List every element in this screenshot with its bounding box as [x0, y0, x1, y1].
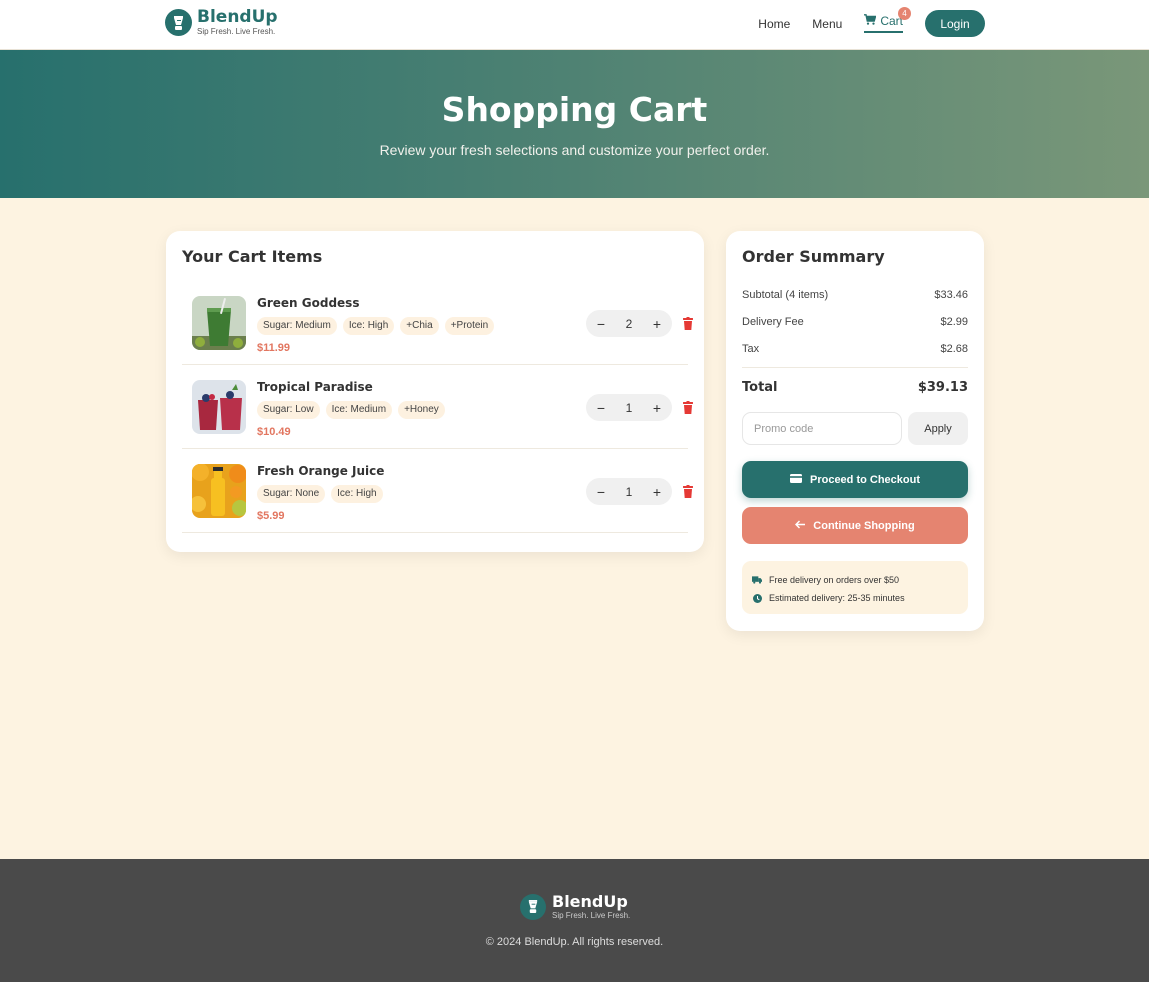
top-navbar: BlendUp Sip Fresh. Live Fresh. Home Menu…	[0, 0, 1149, 50]
trash-icon[interactable]	[683, 401, 693, 414]
subtotal-row: Subtotal (4 items) $33.46	[742, 281, 968, 308]
item-tag: Sugar: Medium	[257, 317, 337, 335]
footer-tagline: Sip Fresh. Live Fresh.	[552, 911, 631, 920]
quantity-value: 1	[625, 484, 633, 499]
footer-brand-name: BlendUp	[552, 892, 628, 911]
item-tags: Sugar: None Ice: High	[257, 485, 389, 503]
item-tags: Sugar: Low Ice: Medium +Honey	[257, 401, 451, 419]
trash-icon[interactable]	[683, 485, 693, 498]
item-tag: Ice: Medium	[325, 401, 393, 419]
checkout-label: Proceed to Checkout	[809, 473, 921, 486]
free-delivery-note: Free delivery on orders over $50	[752, 571, 958, 589]
delivery-fee-label: Delivery Fee	[742, 315, 804, 328]
cart-item: Tropical Paradise Sugar: Low Ice: Medium…	[182, 365, 693, 449]
item-tags: Sugar: Medium Ice: High +Chia +Protein	[257, 317, 500, 335]
quantity-stepper: − 2 +	[586, 310, 672, 337]
promo-code-input[interactable]	[742, 412, 902, 445]
item-name: Tropical Paradise	[257, 380, 373, 394]
quantity-stepper: − 1 +	[586, 478, 672, 505]
orange-juice-image	[192, 464, 246, 518]
quantity-value: 2	[625, 316, 633, 331]
decrease-quantity-button[interactable]: −	[594, 400, 608, 416]
copyright-text: © 2024 BlendUp. All rights reserved.	[485, 936, 664, 948]
item-tag: Ice: High	[342, 317, 395, 335]
brand-tagline: Sip Fresh. Live Fresh.	[197, 27, 276, 36]
cart-item: Green Goddess Sugar: Medium Ice: High +C…	[182, 281, 693, 365]
blender-icon	[165, 9, 192, 36]
tax-value: $2.68	[940, 342, 968, 355]
total-value: $39.13	[917, 380, 968, 395]
trash-icon[interactable]	[683, 317, 693, 330]
order-summary-title: Order Summary	[742, 247, 885, 266]
estimated-delivery-text: Estimated delivery: 25-35 minutes	[769, 593, 905, 603]
quantity-stepper: − 1 +	[586, 394, 672, 421]
cart-items-title: Your Cart Items	[182, 247, 323, 266]
summary-divider	[742, 367, 968, 368]
item-price: $10.49	[257, 426, 291, 438]
brand-logo-link[interactable]: BlendUp Sip Fresh. Live Fresh.	[165, 8, 278, 37]
estimated-delivery-note: Estimated delivery: 25-35 minutes	[752, 589, 958, 607]
increase-quantity-button[interactable]: +	[650, 400, 664, 416]
continue-shopping-button[interactable]: Continue Shopping	[742, 507, 968, 544]
item-name: Fresh Orange Juice	[257, 464, 385, 478]
delivery-fee-value: $2.99	[940, 315, 968, 328]
delivery-fee-row: Delivery Fee $2.99	[742, 308, 968, 335]
decrease-quantity-button[interactable]: −	[594, 316, 608, 332]
increase-quantity-button[interactable]: +	[650, 316, 664, 332]
total-row: Total $39.13	[742, 380, 968, 395]
continue-shopping-label: Continue Shopping	[813, 519, 915, 532]
nav-link-cart[interactable]: Cart 4	[864, 7, 911, 33]
green-smoothie-image	[192, 296, 246, 350]
truck-icon	[752, 575, 762, 585]
cart-count-badge: 4	[898, 7, 911, 20]
delivery-info-box: Free delivery on orders over $50 Estimat…	[742, 561, 968, 614]
subtotal-value: $33.46	[934, 288, 968, 301]
item-price: $5.99	[257, 510, 285, 522]
page-subtitle: Review your fresh selections and customi…	[379, 142, 770, 158]
decrease-quantity-button[interactable]: −	[594, 484, 608, 500]
footer-brand: BlendUp Sip Fresh. Live Fresh.	[520, 892, 630, 921]
hero-banner: Shopping Cart Review your fresh selectio…	[0, 50, 1149, 198]
credit-card-icon	[789, 473, 802, 486]
shopping-cart-icon	[864, 14, 877, 28]
item-price: $11.99	[257, 342, 291, 354]
item-tag: +Honey	[398, 401, 445, 419]
page-title: Shopping Cart	[441, 90, 708, 129]
apply-promo-button[interactable]: Apply	[908, 412, 968, 445]
item-tag: +Chia	[400, 317, 439, 335]
order-summary-card: Order Summary Subtotal (4 items) $33.46 …	[726, 231, 984, 631]
tax-label: Tax	[742, 342, 760, 355]
item-tag: Ice: High	[331, 485, 383, 503]
nav-link-menu[interactable]: Menu	[812, 17, 842, 31]
item-tag: Sugar: Low	[257, 401, 320, 419]
brand-name: BlendUp	[197, 7, 278, 27]
item-tag: +Protein	[444, 317, 495, 335]
blender-icon	[520, 893, 546, 920]
cart-item-list: Green Goddess Sugar: Medium Ice: High +C…	[182, 281, 693, 533]
cart-items-card: Your Cart Items Green Goddess Sugar: Med…	[166, 231, 704, 552]
promo-code-form: Apply	[742, 412, 968, 445]
quantity-value: 1	[625, 400, 633, 415]
cart-item: Fresh Orange Juice Sugar: None Ice: High…	[182, 449, 693, 533]
berry-smoothie-image	[192, 380, 246, 434]
total-label: Total	[742, 380, 778, 395]
login-button[interactable]: Login	[925, 10, 985, 37]
increase-quantity-button[interactable]: +	[650, 484, 664, 500]
site-footer: BlendUp Sip Fresh. Live Fresh. © 2024 Bl…	[0, 859, 1149, 982]
free-delivery-text: Free delivery on orders over $50	[769, 575, 900, 585]
nav-link-home[interactable]: Home	[758, 17, 790, 31]
clock-icon	[752, 593, 762, 603]
subtotal-label: Subtotal (4 items)	[742, 288, 829, 301]
item-tag: Sugar: None	[257, 485, 326, 503]
proceed-to-checkout-button[interactable]: Proceed to Checkout	[742, 461, 968, 498]
arrow-left-icon	[795, 519, 806, 532]
item-name: Green Goddess	[257, 296, 360, 310]
tax-row: Tax $2.68	[742, 335, 968, 362]
